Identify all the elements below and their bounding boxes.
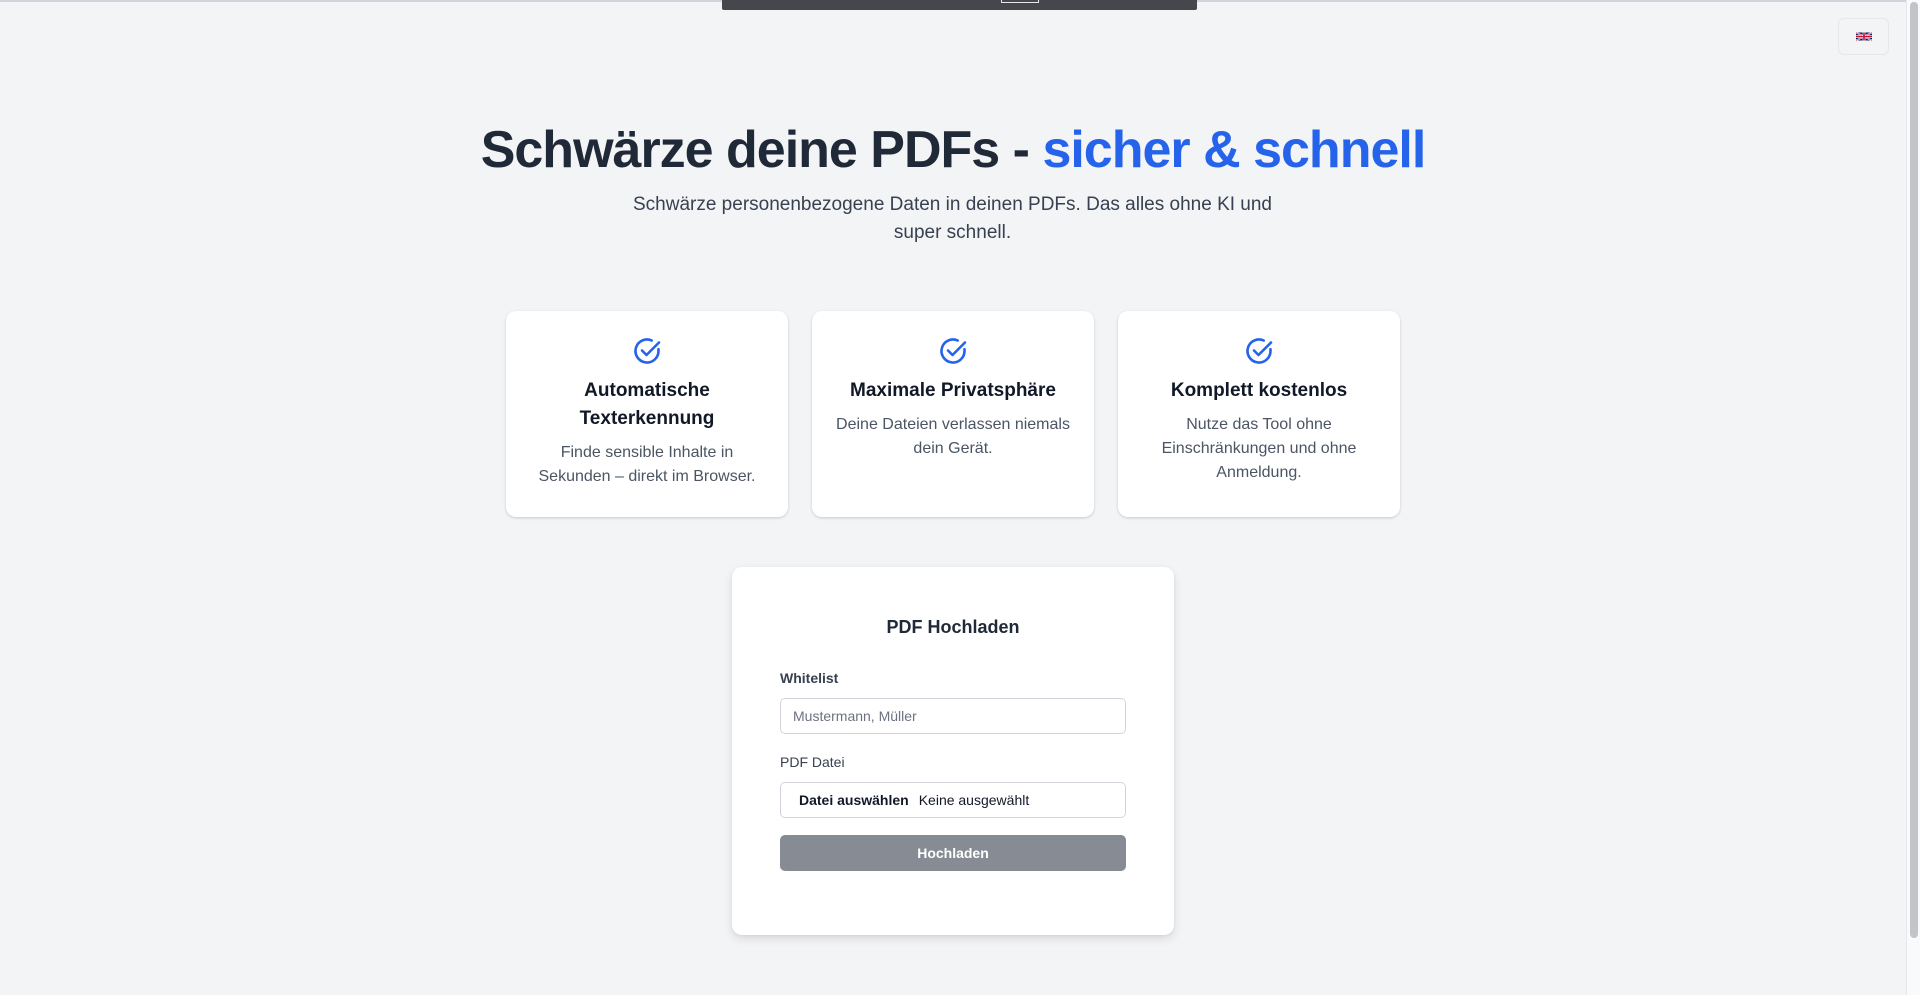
title-main: Schwärze deine PDFs -: [480, 121, 1043, 179]
upload-button[interactable]: Hochladen: [780, 835, 1126, 871]
check-circle-icon: [940, 338, 967, 364]
page: Schwärze deine PDFs - sicher & schnell S…: [0, 0, 1920, 995]
check-circle-icon: [634, 338, 661, 364]
feature-card-text-recognition: Automatische Texterkennung Finde sensibl…: [506, 311, 788, 517]
upload-form-card: PDF Hochladen Whitelist PDF Datei Datei …: [732, 567, 1174, 935]
feature-description: Deine Dateien verlassen niemals dein Ger…: [836, 416, 1070, 457]
feature-card-free: Komplett kostenlos Nutze das Tool ohne E…: [1118, 311, 1400, 517]
devtools-overlay-marker: [1001, 0, 1039, 3]
page-subtitle: Schwärze personenbezogene Daten in deine…: [632, 194, 1272, 243]
pdf-file-label: PDF Datei: [780, 754, 845, 770]
feature-title: Komplett kostenlos: [1170, 380, 1348, 401]
devtools-overlay-bar: [722, 0, 1197, 10]
page-title: Schwärze deine PDFs - sicher & schnell: [0, 118, 1906, 182]
title-accent: sicher & schnell: [1042, 121, 1426, 179]
upload-title: PDF Hochladen: [886, 617, 1020, 637]
whitelist-label: Whitelist: [780, 670, 839, 686]
feature-description: Nutze das Tool ohne Einschränkungen und …: [1161, 416, 1357, 481]
uk-flag-icon: [1855, 31, 1872, 42]
language-switcher-button[interactable]: [1838, 18, 1889, 55]
feature-title: Automatische Texterkennung: [579, 380, 715, 429]
feature-description: Finde sensible Inhalte in Sekunden – dir…: [538, 444, 756, 485]
scrollbar-thumb[interactable]: [1910, 2, 1918, 938]
file-status-text: Keine ausgewählt: [918, 792, 1030, 808]
feature-title: Maximale Privatsphäre: [850, 380, 1056, 401]
whitelist-input[interactable]: [780, 698, 1126, 734]
vertical-scrollbar[interactable]: [1906, 0, 1920, 995]
pdf-file-input[interactable]: Datei auswählen Keine ausgewählt: [780, 782, 1126, 818]
check-circle-icon: [1246, 338, 1273, 364]
feature-card-privacy: Maximale Privatsphäre Deine Dateien verl…: [812, 311, 1094, 517]
choose-file-button[interactable]: Datei auswählen: [799, 792, 909, 808]
